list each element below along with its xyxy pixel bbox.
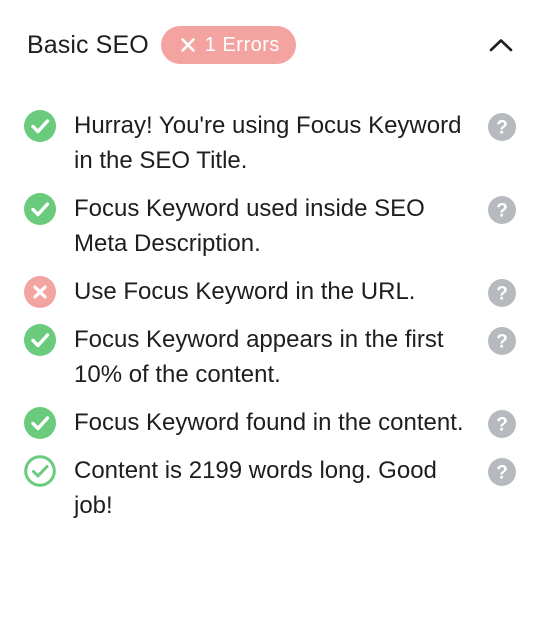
- svg-text:?: ?: [496, 463, 508, 484]
- basic-seo-panel: Basic SEO 1 Errors Hurray! You're using …: [0, 0, 546, 618]
- svg-text:?: ?: [496, 332, 508, 353]
- error-count-label: 1 Errors: [204, 33, 280, 56]
- check-circle-icon: [24, 193, 56, 225]
- svg-text:?: ?: [496, 201, 508, 222]
- error-count-badge: 1 Errors: [160, 26, 296, 64]
- svg-text:?: ?: [496, 284, 508, 305]
- help-icon[interactable]: ?: [488, 410, 516, 438]
- x-circle-icon: [24, 276, 56, 308]
- check-text: Hurray! You're using Focus Keyword in th…: [74, 112, 462, 174]
- check-item-2: Use Focus Keyword in the URL. ?: [24, 274, 516, 309]
- check-item-0: Hurray! You're using Focus Keyword in th…: [24, 108, 516, 178]
- check-text: Focus Keyword found in the content.: [74, 409, 464, 436]
- svg-text:?: ?: [496, 118, 508, 139]
- check-circle-icon: [24, 324, 56, 356]
- collapse-button[interactable]: [486, 30, 516, 60]
- check-circle-icon: [24, 110, 56, 142]
- help-icon[interactable]: ?: [488, 279, 516, 307]
- chevron-up-icon: [489, 39, 513, 52]
- check-text: Focus Keyword appears in the first 10% o…: [74, 326, 444, 388]
- help-icon[interactable]: ?: [488, 458, 516, 486]
- check-item-1: Focus Keyword used inside SEO Meta Descr…: [24, 191, 516, 261]
- x-icon: [180, 38, 195, 52]
- help-icon[interactable]: ?: [488, 196, 516, 224]
- panel-title: Basic SEO: [27, 30, 149, 59]
- check-text: Use Focus Keyword in the URL.: [74, 278, 416, 305]
- help-icon[interactable]: ?: [488, 327, 516, 355]
- check-text: Focus Keyword used inside SEO Meta Descr…: [74, 195, 425, 257]
- svg-text:?: ?: [496, 415, 508, 436]
- check-circle-icon: [24, 407, 56, 439]
- check-circle-outline-icon: [24, 455, 56, 487]
- check-text: Content is 2199 words long. Good job!: [74, 457, 437, 519]
- check-item-5: Content is 2199 words long. Good job! ?: [24, 453, 516, 523]
- seo-check-list: Hurray! You're using Focus Keyword in th…: [24, 108, 516, 523]
- check-item-3: Focus Keyword appears in the first 10% o…: [24, 322, 516, 392]
- panel-header[interactable]: Basic SEO 1 Errors: [27, 24, 516, 66]
- help-icon[interactable]: ?: [488, 113, 516, 141]
- check-item-4: Focus Keyword found in the content. ?: [24, 405, 516, 440]
